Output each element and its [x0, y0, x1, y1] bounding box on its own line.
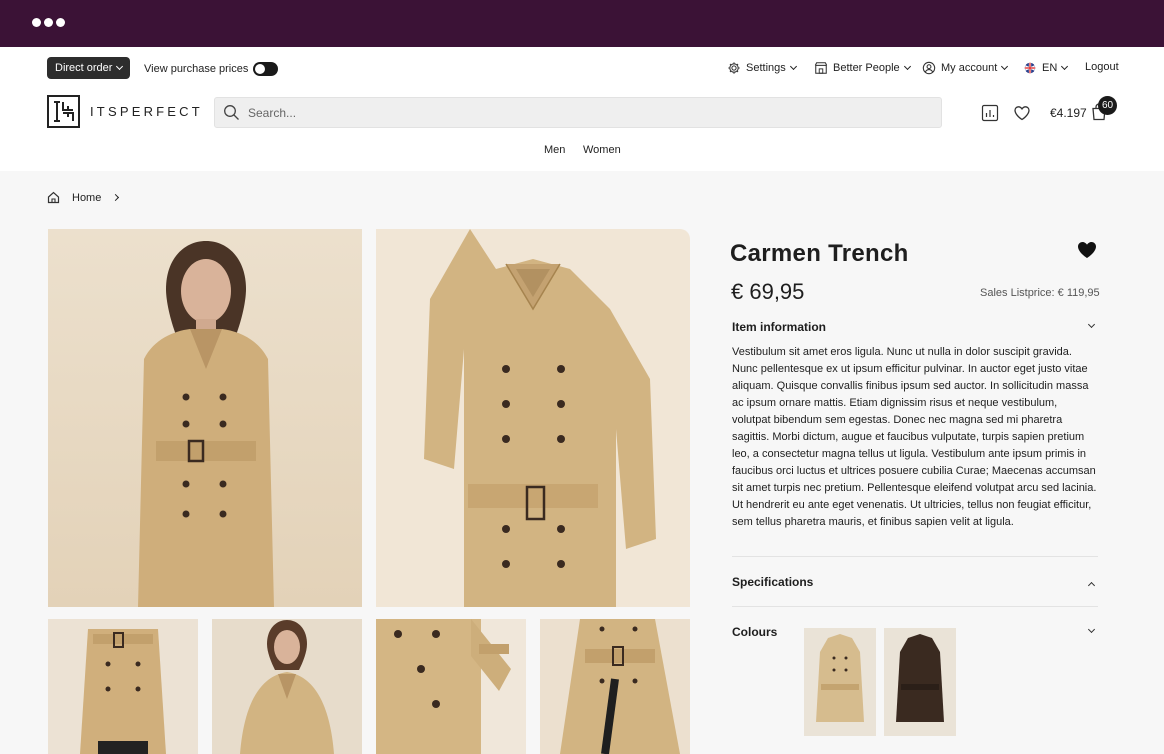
product-photo	[240, 620, 334, 754]
purchase-prices-control: View purchase prices	[144, 62, 279, 76]
colour-swatch-dark-brown[interactable]	[884, 628, 956, 736]
product-thumbnail[interactable]	[376, 619, 526, 754]
user-icon	[922, 61, 936, 75]
home-icon[interactable]	[47, 191, 60, 204]
cart-total: €4.197	[1050, 106, 1087, 120]
account-menu[interactable]: My account	[922, 61, 1009, 75]
chevron-down-icon	[1001, 62, 1009, 71]
divider	[732, 606, 1098, 607]
company-menu[interactable]: Better People	[814, 61, 911, 75]
product-image-model-front[interactable]	[48, 229, 362, 607]
account-label: My account	[941, 62, 998, 74]
logo-mark-icon	[47, 95, 80, 128]
chevron-down-icon	[116, 62, 124, 71]
chevron-down-icon[interactable]	[1087, 625, 1096, 634]
logout-link[interactable]: Logout	[1085, 61, 1119, 73]
report-icon[interactable]	[981, 104, 999, 122]
nav-men[interactable]: Men	[544, 144, 565, 156]
store-icon	[814, 62, 828, 74]
site-logo[interactable]: ITSPERFECT	[47, 95, 203, 128]
window-dot-icon	[56, 18, 65, 27]
item-information-header[interactable]: Item information	[732, 320, 826, 334]
window-dot-icon	[32, 18, 41, 27]
chevron-right-icon	[112, 193, 120, 202]
product-photo	[80, 629, 166, 754]
breadcrumb: Home	[47, 191, 120, 204]
product-photo	[816, 634, 864, 722]
chevron-down-icon	[789, 62, 797, 71]
product-photo	[138, 241, 274, 607]
gear-icon	[728, 62, 740, 74]
chevron-down-icon[interactable]	[1087, 320, 1096, 329]
settings-menu[interactable]: Settings	[727, 61, 797, 75]
product-description: Vestibulum sit amet eros ligula. Nunc ut…	[732, 346, 1097, 528]
product-price: € 69,95	[731, 279, 805, 304]
window-dot-icon	[44, 18, 53, 27]
product-thumbnail[interactable]	[540, 619, 690, 754]
product-thumbnail[interactable]	[48, 619, 198, 754]
purchase-prices-toggle[interactable]	[253, 62, 279, 76]
chevron-down-icon	[903, 62, 911, 71]
search-bar[interactable]	[214, 97, 942, 128]
product-image-coat-flat[interactable]	[376, 229, 690, 607]
colours-header[interactable]: Colours	[732, 625, 777, 639]
language-menu[interactable]: EN	[1023, 61, 1069, 75]
search-input[interactable]	[248, 105, 908, 120]
logo-text: ITSPERFECT	[90, 104, 203, 119]
specifications-header[interactable]: Specifications	[732, 575, 813, 589]
product-photo	[896, 634, 944, 722]
uk-flag-icon	[1024, 62, 1036, 74]
chevron-down-icon	[1061, 62, 1069, 71]
product-photo	[560, 619, 680, 754]
heart-icon[interactable]	[1013, 104, 1031, 122]
product-photo	[424, 229, 656, 607]
cart-count-badge: 60	[1098, 96, 1117, 115]
chevron-up-icon[interactable]	[1087, 581, 1096, 590]
direct-order-label: Direct order	[55, 62, 113, 74]
sales-listprice: Sales Listprice: € 119,95	[980, 287, 1100, 299]
product-thumbnail[interactable]	[212, 619, 362, 754]
product-photo	[376, 619, 511, 754]
settings-label: Settings	[746, 62, 786, 74]
language-label: EN	[1042, 62, 1058, 74]
direct-order-dropdown[interactable]: Direct order	[47, 57, 131, 79]
company-label: Better People	[833, 62, 900, 74]
divider	[732, 556, 1098, 557]
search-icon	[224, 105, 239, 120]
favorite-heart-icon[interactable]	[1077, 241, 1097, 259]
window-titlebar	[0, 0, 1164, 47]
colour-swatch-beige[interactable]	[804, 628, 876, 736]
nav-women[interactable]: Women	[583, 144, 621, 156]
product-title: Carmen Trench	[730, 240, 909, 267]
breadcrumb-home[interactable]: Home	[72, 192, 101, 204]
site-header: Direct order View purchase prices Settin…	[0, 47, 1164, 171]
purchase-prices-label: View purchase prices	[144, 63, 249, 75]
